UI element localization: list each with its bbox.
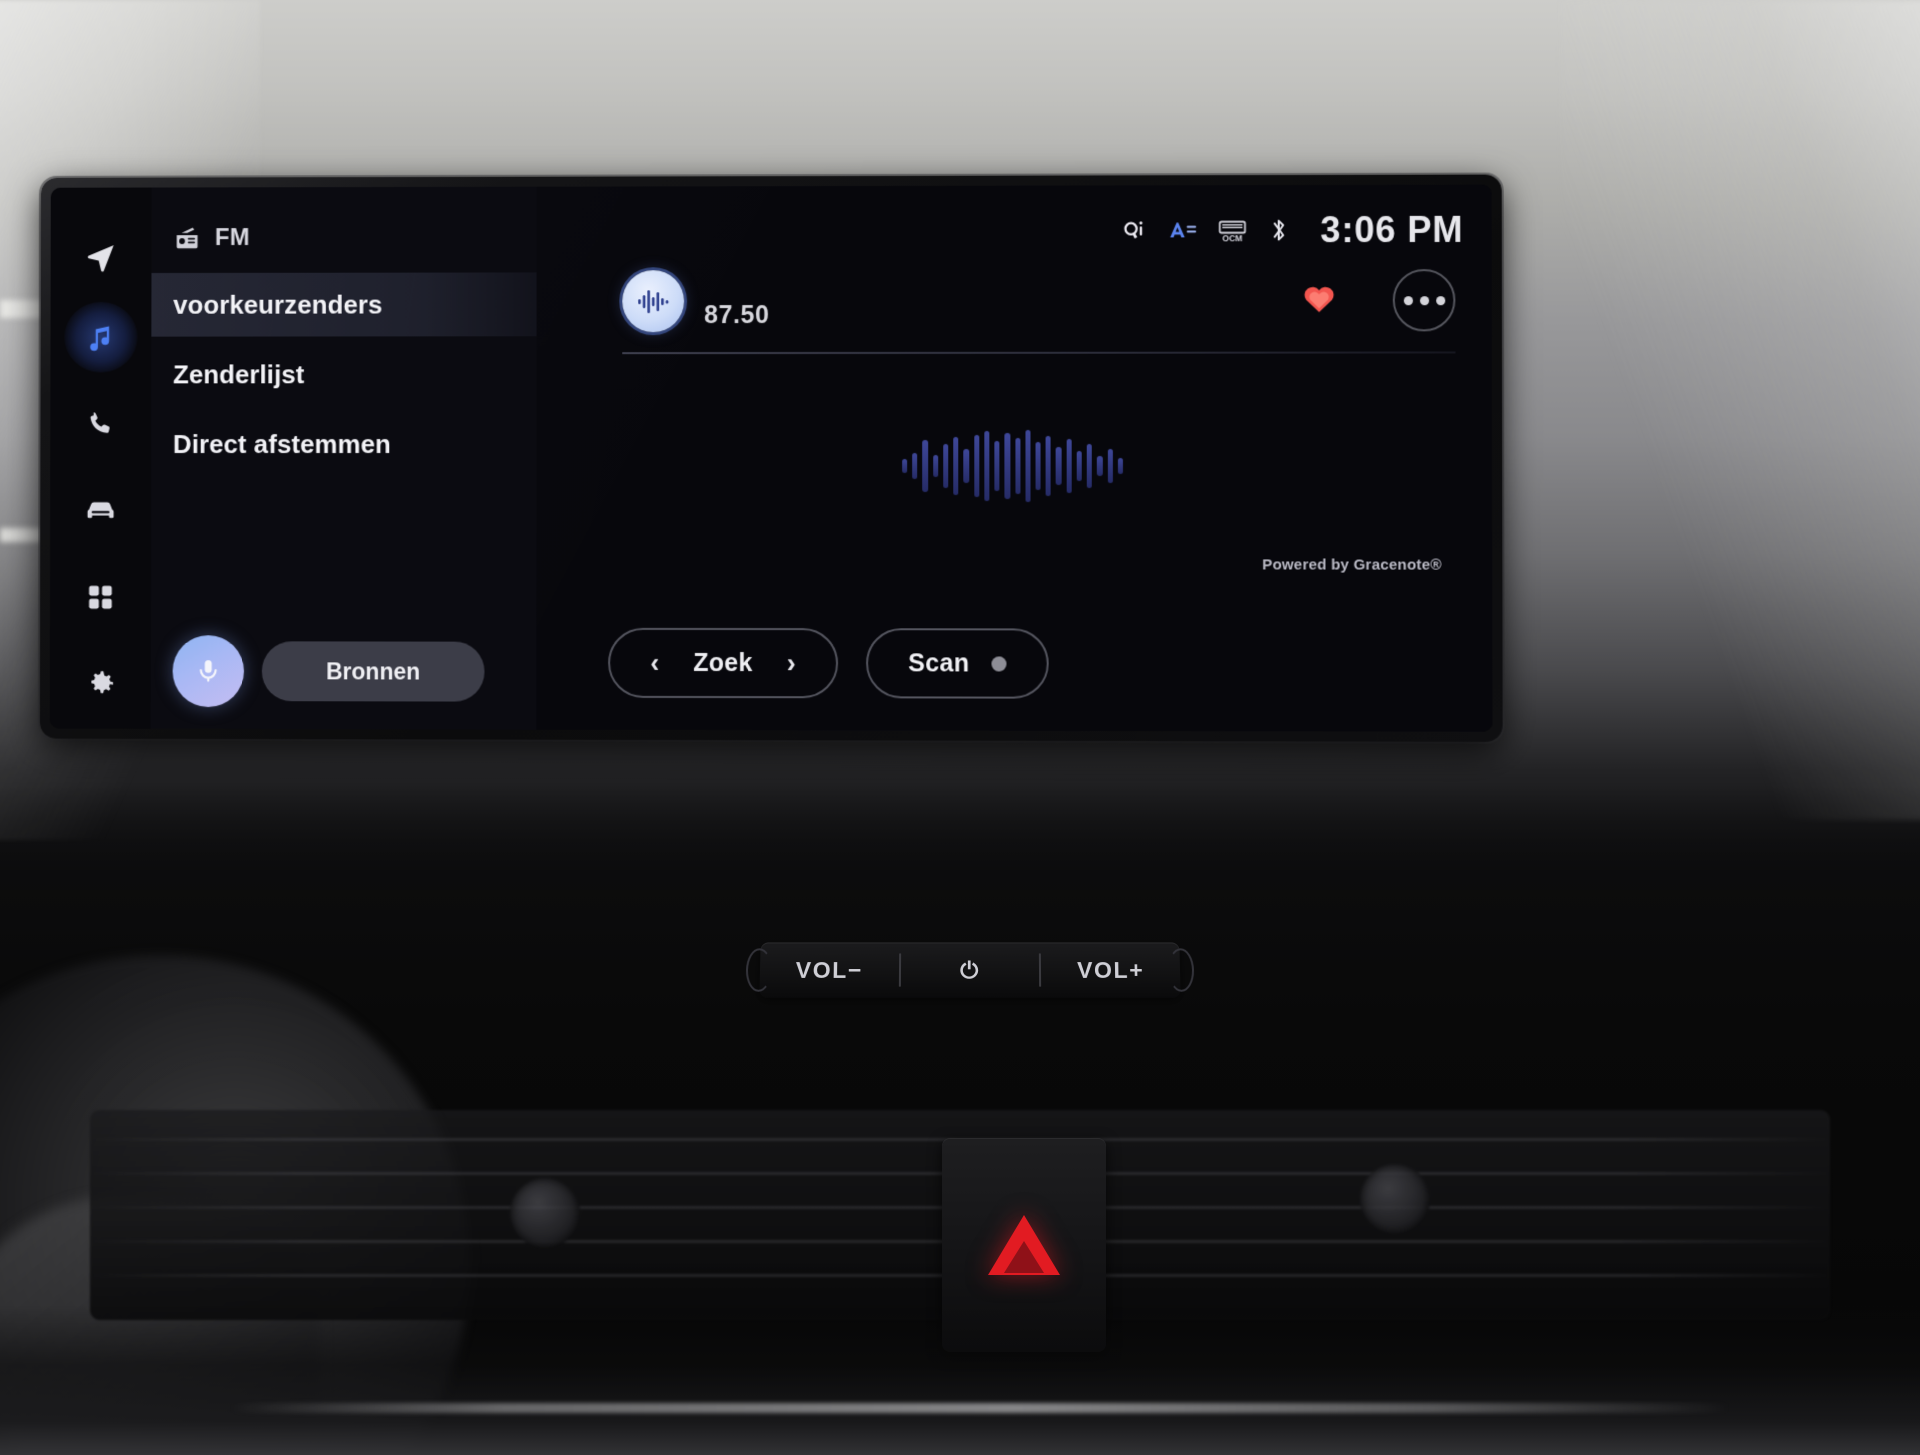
svg-text:OCM: OCM [1223,233,1243,243]
car-icon [87,501,114,518]
visualizer-bar [1107,448,1113,484]
visualizer-bar [963,448,969,484]
scan-status-dot [991,655,1007,672]
sources-button[interactable]: Bronnen [261,641,485,702]
gracenote-attribution: Powered by Gracenote® [1262,556,1442,574]
source-header-label: FM [214,224,251,252]
visualizer-bar [1045,435,1052,497]
now-playing-row: 87.50 [622,269,1456,333]
scan-button[interactable]: Scan [866,628,1049,699]
bluetooth-icon [1268,216,1290,244]
seek-label: Zoek [693,648,753,677]
status-bar-clock: 3:06 PM [1320,208,1464,251]
hardware-key-bar: VOL− ⏻ VOL+ [745,942,1195,998]
more-options-icon [1419,295,1429,305]
visualizer-bar [943,443,949,489]
apps-grid-icon [89,585,112,609]
hazard-triangle-icon [988,1215,1060,1275]
visualizer-bar [1004,432,1010,500]
more-options-button[interactable] [1392,269,1456,332]
sidebar-item-navigation[interactable] [64,221,137,292]
status-bar: OCM 3:06 PM [1121,209,1463,252]
visualizer-bar [922,439,928,493]
power-button[interactable]: ⏻ [900,942,1039,997]
console-lower-shadow [0,1305,1920,1455]
visualizer-bar [984,430,990,502]
tuner-controls: ‹ Zoek › Scan [608,627,1049,699]
menu-item-station-list[interactable]: Zenderlijst [151,342,536,406]
music-note-icon [90,325,110,351]
visualizer-bar [1025,429,1031,503]
hardware-bar-edge [1167,948,1195,992]
visualizer-bar [1056,446,1062,486]
visualizer-bar [912,452,918,480]
menu-item-direct-tune[interactable]: Direct afstemmen [151,412,536,476]
infotainment-screen-bezel: FM voorkeurzenders Zenderlijst Direct af… [39,174,1503,742]
sidebar-item-vehicle[interactable] [64,475,137,546]
microphone-icon [194,660,222,685]
now-playing-panel: OCM 3:06 PM 87.50 Powered by Gracenote® … [536,184,1493,732]
ocm-icon: OCM [1218,217,1248,243]
favorite-button[interactable] [1302,282,1336,318]
volume-up-button[interactable]: VOL+ [1041,942,1181,997]
visualizer-bar [1035,441,1041,491]
radio-icon [176,227,198,249]
car-dashboard: FM voorkeurzenders Zenderlijst Direct af… [0,0,1920,1455]
audio-visualizer [902,418,1124,514]
visualizer-bar [1086,443,1093,489]
sidebar-item-media[interactable] [64,302,138,373]
visualizer-bar [1014,437,1021,495]
source-list-panel: FM voorkeurzenders Zenderlijst Direct af… [150,186,537,730]
console-chrome-edge [230,1403,1730,1413]
heart-icon [1304,286,1334,313]
sidebar-item-settings[interactable] [64,648,137,719]
sidebar-rail [49,187,152,729]
voice-assistant-button[interactable] [172,635,245,708]
phone-icon [90,412,110,433]
seek-control[interactable]: ‹ Zoek › [608,627,839,699]
sidebar-item-phone[interactable] [64,388,137,459]
scan-label: Scan [908,648,970,677]
frequency-divider [622,351,1456,355]
source-header: FM [151,187,536,259]
visualizer-bar [902,459,908,474]
visualizer-bar [973,434,980,498]
sidebar-item-apps[interactable] [64,561,137,632]
gear-icon [90,671,113,693]
qi-wireless-charging-icon [1121,217,1147,243]
infotainment-display[interactable]: FM voorkeurzenders Zenderlijst Direct af… [49,184,1493,732]
more-options-icon [1435,295,1445,305]
panel-footer: Bronnen [151,635,537,708]
menu-item-presets[interactable]: voorkeurzenders [151,272,537,337]
more-options-icon [1403,295,1413,305]
visualizer-bar [1097,455,1103,477]
visualizer-bar [994,440,1000,492]
fm-menu-list: voorkeurzenders Zenderlijst Direct afste… [151,272,537,476]
navigation-arrow-icon [87,244,114,272]
waveform-circle-icon[interactable] [622,270,685,333]
chevron-left-icon[interactable]: ‹ [650,647,659,677]
visualizer-bar [1117,458,1124,475]
dashboard-highlight-right [1560,0,1920,820]
visualizer-bar [953,436,959,496]
station-frequency: 87.50 [704,301,770,330]
chevron-right-icon[interactable]: › [787,648,796,678]
visualizer-bar [1066,438,1072,494]
visualizer-bar [932,454,939,478]
volume-down-button[interactable]: VOL− [759,942,899,997]
android-auto-icon [1167,218,1197,242]
visualizer-bar [1076,450,1082,482]
